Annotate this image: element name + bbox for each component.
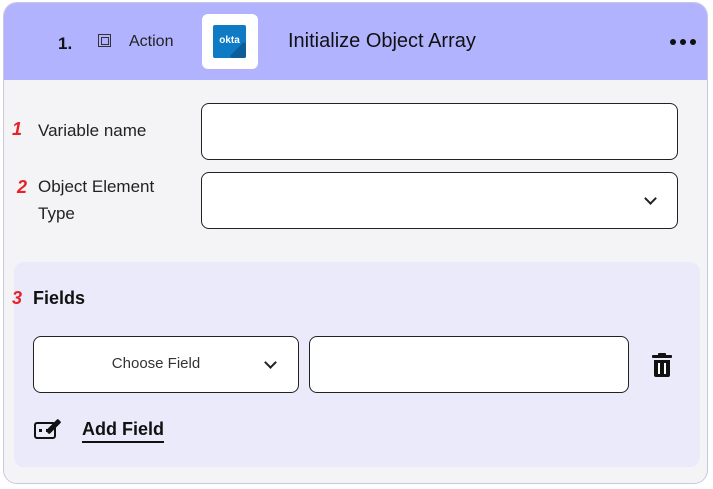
variable-name-label: Variable name <box>38 121 147 140</box>
action-card: 1. Action okta Initialize Object Array 1… <box>3 2 708 484</box>
fields-section-title: Fields <box>33 288 86 308</box>
step-marker-2: 2 <box>17 177 28 197</box>
field-value-input[interactable] <box>309 336 629 393</box>
object-element-type-label-line1: Object Element <box>38 177 155 196</box>
card-header: 1. Action okta Initialize Object Array <box>4 3 707 80</box>
trash-icon[interactable] <box>652 353 672 377</box>
add-field-link[interactable]: Add Field <box>82 419 164 443</box>
choose-field-label: Choose Field <box>111 355 201 372</box>
app-logo: okta <box>202 14 258 69</box>
okta-logo-text: okta <box>219 35 240 46</box>
choose-field-select[interactable]: Choose Field <box>33 336 299 393</box>
step-marker-1: 1 <box>12 119 23 139</box>
action-title: Initialize Object Array <box>288 30 476 52</box>
more-horizontal-icon[interactable] <box>670 39 696 45</box>
object-element-type-label-line2: Type <box>38 204 75 223</box>
object-element-type-select[interactable] <box>201 172 678 229</box>
step-number: 1. <box>58 34 73 53</box>
variable-name-input[interactable] <box>201 103 678 160</box>
step-marker-3: 3 <box>12 288 23 308</box>
okta-logo-icon: okta <box>213 25 246 58</box>
select-checkbox-icon[interactable] <box>98 34 111 47</box>
add-field-icon[interactable] <box>34 416 64 442</box>
chevron-down-icon <box>644 192 657 205</box>
action-type-label: Action <box>129 33 174 50</box>
